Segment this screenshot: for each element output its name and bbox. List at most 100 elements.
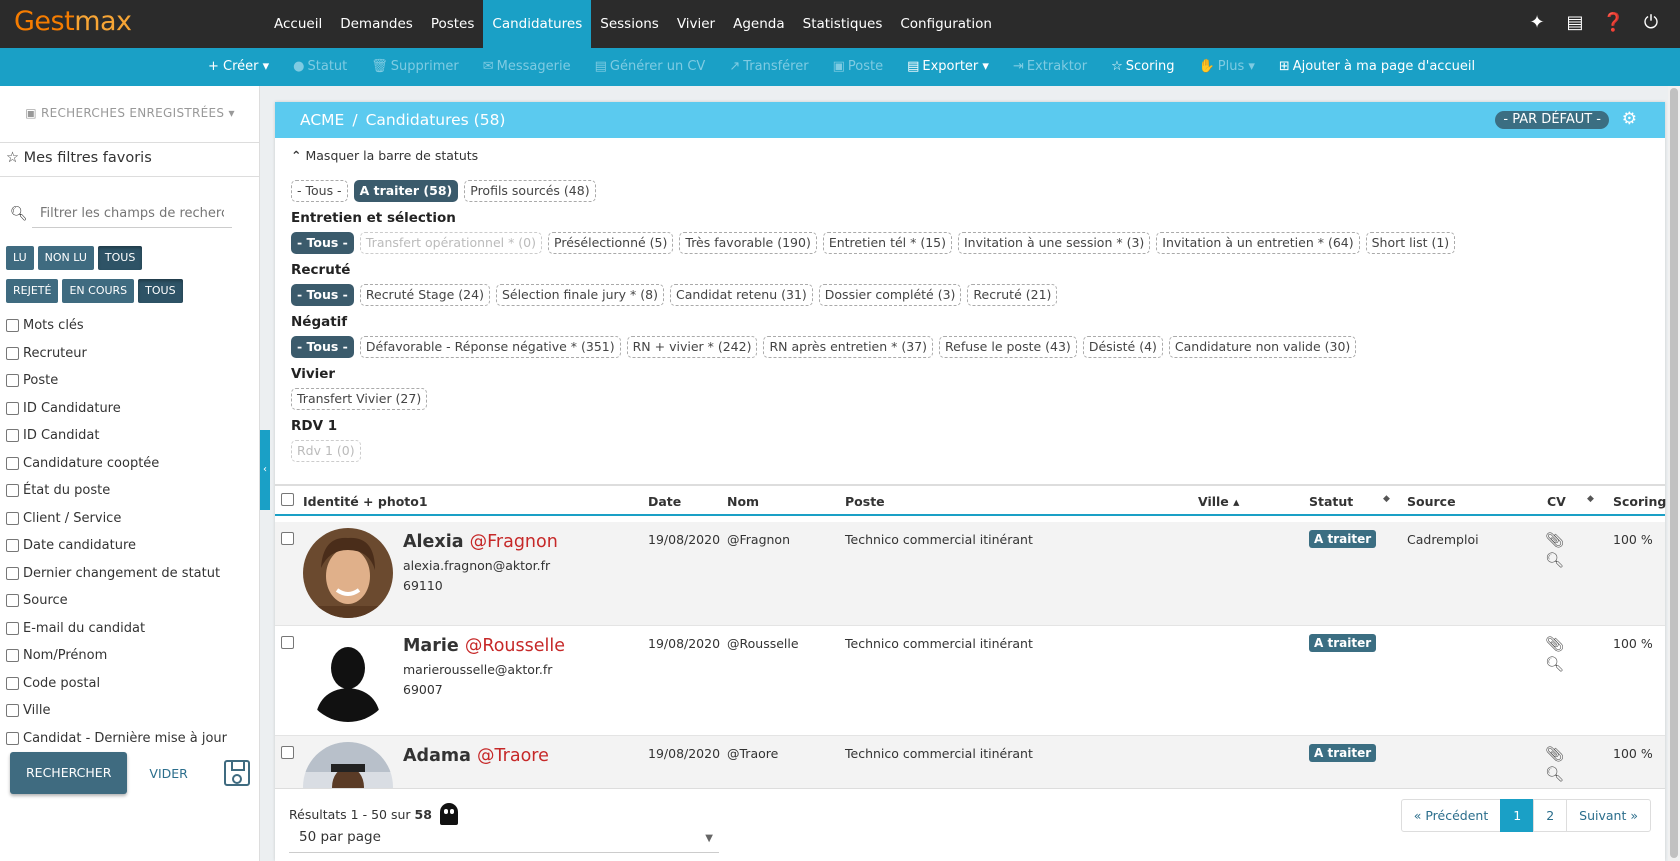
criterion-item[interactable]: Source	[6, 587, 227, 615]
candidate-photo[interactable]	[303, 528, 393, 618]
status-chip[interactable]: - Tous -	[291, 336, 354, 358]
list-icon[interactable]: ▤	[1564, 12, 1586, 34]
per-page-select[interactable]: 50 par page ▼	[289, 823, 719, 853]
status-chip[interactable]: Recruté Stage (24)	[359, 284, 490, 306]
action-11[interactable]: ⊞ Ajouter à ma page d'accueil	[1267, 48, 1487, 86]
criterion-checkbox[interactable]	[6, 539, 19, 553]
criterion-item[interactable]: Nom/Prénom	[6, 642, 227, 670]
row-checkbox[interactable]	[281, 746, 294, 759]
col-identity[interactable]: Identité + photo1	[303, 494, 428, 509]
criterion-item[interactable]: État du poste	[6, 477, 227, 505]
status-chip[interactable]: Sélection finale jury * (8)	[495, 284, 664, 306]
cell-nom[interactable]: @Rousselle	[727, 636, 799, 651]
paperclip-icon[interactable]: 📎︎	[1545, 530, 1564, 550]
status-chip[interactable]: - Tous -	[291, 284, 354, 306]
criterion-checkbox[interactable]	[6, 731, 19, 745]
paperclip-icon[interactable]: 📎︎	[1545, 744, 1564, 764]
nav-item-demandes[interactable]: Demandes	[331, 0, 422, 48]
col-ville[interactable]: Ville ▴	[1198, 494, 1239, 509]
criterion-checkbox[interactable]	[6, 429, 19, 443]
criterion-item[interactable]: Code postal	[6, 670, 227, 698]
action-8[interactable]: ⇥ Extraktor	[1001, 48, 1099, 86]
status-chip[interactable]: Dossier complété (3)	[818, 284, 962, 306]
cell-nom[interactable]: @Traore	[727, 746, 778, 761]
app-logo[interactable]: Gestmax	[14, 6, 132, 37]
criterion-checkbox[interactable]	[6, 594, 19, 608]
status-badge[interactable]: A traiter	[1309, 530, 1377, 548]
criterion-item[interactable]: ID Candidature	[6, 395, 227, 423]
criterion-item[interactable]: Candidature cooptée	[6, 450, 227, 478]
action-4[interactable]: ▤ Générer un CV	[583, 48, 718, 86]
search-button[interactable]: RECHERCHER	[10, 752, 128, 794]
status-chip[interactable]: A traiter (58)	[353, 180, 459, 202]
criterion-checkbox[interactable]	[6, 401, 19, 415]
criterion-item[interactable]: Dernier changement de statut	[6, 560, 227, 588]
action-6[interactable]: ▣ Poste	[821, 48, 896, 86]
col-statut[interactable]: Statut	[1309, 494, 1353, 509]
magnifier-icon[interactable]: 🔍︎	[1545, 654, 1564, 674]
status-chip[interactable]: Candidat retenu (31)	[669, 284, 813, 306]
criterion-item[interactable]: Date candidature	[6, 532, 227, 560]
criterion-checkbox[interactable]	[6, 511, 19, 525]
filter-fields-input[interactable]	[32, 200, 232, 228]
action-2[interactable]: 🗑 Supprimer	[359, 48, 470, 86]
nav-item-agenda[interactable]: Agenda	[724, 0, 794, 48]
status-chip[interactable]: - Tous -	[291, 180, 348, 202]
magnifier-icon[interactable]: 🔍︎	[1545, 764, 1564, 784]
filter-toggle-lu[interactable]: LU	[6, 246, 34, 270]
sort-icon[interactable]: ◆	[1587, 494, 1594, 504]
status-chip[interactable]: Invitation à un entretien * (64)	[1156, 232, 1360, 254]
table-row[interactable]: Alexia @Fragnon alexia.fragnon@aktor.fr 69…	[275, 516, 1665, 626]
nav-item-vivier[interactable]: Vivier	[668, 0, 724, 48]
nav-item-accueil[interactable]: Accueil	[265, 0, 331, 48]
criterion-checkbox[interactable]	[6, 319, 19, 333]
status-badge[interactable]: A traiter	[1309, 634, 1377, 652]
status-badge[interactable]: A traiter	[1309, 744, 1377, 762]
help-icon[interactable]: ❓	[1602, 12, 1624, 34]
clear-button[interactable]: VIDER	[149, 766, 187, 781]
scrollbar-thumb[interactable]	[1670, 88, 1678, 858]
action-5[interactable]: ↗ Transférer	[717, 48, 820, 86]
candidate-photo[interactable]	[303, 632, 393, 722]
status-chip[interactable]: Désisté (4)	[1082, 336, 1163, 358]
filter-toggle-en-cours[interactable]: EN COURS	[62, 279, 135, 303]
status-chip[interactable]: Recruté (21)	[967, 284, 1058, 306]
criterion-item[interactable]: Client / Service	[6, 505, 227, 533]
status-chip[interactable]: Très favorable (190)	[679, 232, 817, 254]
paperclip-icon[interactable]: 📎︎	[1545, 634, 1564, 654]
criterion-checkbox[interactable]	[6, 374, 19, 388]
status-chip[interactable]: Short list (1)	[1365, 232, 1456, 254]
criterion-checkbox[interactable]	[6, 456, 19, 470]
page-button[interactable]: 2	[1533, 799, 1568, 832]
action-9[interactable]: ☆ Scoring	[1099, 48, 1186, 86]
status-chip[interactable]: Candidature non valide (30)	[1168, 336, 1357, 358]
favorite-filters[interactable]: ☆ Mes filtres favoris	[6, 150, 152, 166]
page-button[interactable]: 1	[1500, 799, 1535, 832]
toggle-status-bar[interactable]: ⌃ Masquer la barre de statuts	[291, 148, 1657, 164]
action-3[interactable]: ✉ Messagerie	[471, 48, 583, 86]
nav-item-candidatures[interactable]: Candidatures	[483, 0, 592, 48]
breadcrumb-root[interactable]: ACME	[300, 111, 344, 129]
view-selector[interactable]: - PAR DÉFAUT -	[1495, 111, 1609, 129]
criterion-item[interactable]: Poste	[6, 367, 227, 395]
select-all-checkbox[interactable]	[281, 493, 294, 506]
status-chip[interactable]: Transfert Vivier (27)	[291, 388, 428, 410]
criterion-checkbox[interactable]	[6, 484, 19, 498]
criterion-checkbox[interactable]	[6, 676, 19, 690]
status-chip[interactable]: Profils sourcés (48)	[464, 180, 596, 202]
col-cv[interactable]: CV	[1547, 494, 1566, 509]
status-chip[interactable]: - Tous -	[291, 232, 354, 254]
col-poste[interactable]: Poste	[845, 494, 885, 509]
criterion-checkbox[interactable]	[6, 566, 19, 580]
criterion-item[interactable]: E-mail du candidat	[6, 615, 227, 643]
action-1[interactable]: ● Statut	[281, 48, 359, 86]
sort-icon[interactable]: ◆	[1383, 494, 1390, 504]
col-nom[interactable]: Nom	[727, 494, 759, 509]
filter-toggle-tous[interactable]: TOUS	[138, 279, 183, 303]
table-row[interactable]: Marie @Rousselle marierousselle@aktor.fr 6…	[275, 626, 1665, 736]
page-scrollbar[interactable]	[1668, 86, 1680, 861]
status-chip[interactable]: Refuse le poste (43)	[939, 336, 1077, 358]
nav-item-sessions[interactable]: Sessions	[591, 0, 668, 48]
status-chip[interactable]: Présélectionné (5)	[548, 232, 674, 254]
candidate-name[interactable]: Alexia @Fragnon	[403, 532, 558, 552]
